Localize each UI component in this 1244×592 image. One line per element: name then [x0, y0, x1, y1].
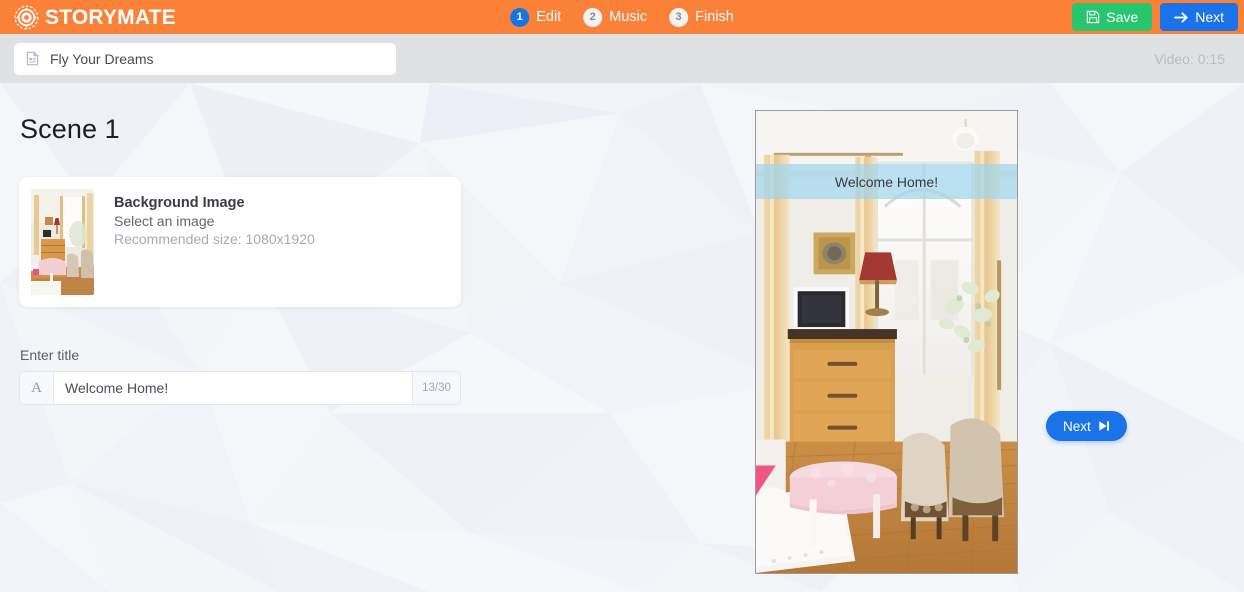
preview-overlay-text: Welcome Home! — [834, 173, 939, 190]
preview-next-label: Next — [1063, 418, 1091, 434]
header-next-button[interactable]: Next — [1160, 3, 1238, 31]
save-button[interactable]: Save — [1072, 3, 1153, 31]
background-card-title: Background Image — [114, 195, 245, 211]
step-music[interactable]: 2 Music — [583, 7, 648, 27]
arrow-right-icon — [1174, 11, 1188, 23]
title-input-group: A 13/30 — [19, 371, 461, 405]
aperture-camera-icon — [14, 5, 39, 29]
background-image-card[interactable]: Background Image Select an image Recomme… — [19, 177, 461, 307]
main-content: Scene 1 Background Image Select an image… — [0, 83, 1244, 592]
living-room-thumbnail-image — [31, 189, 94, 295]
step-finish-number: 3 — [669, 7, 689, 27]
title-input[interactable] — [54, 372, 412, 404]
step-edit-number: 1 — [510, 7, 530, 27]
brand-name: STORYMATE — [45, 5, 176, 29]
step-edit-label: Edit — [536, 9, 562, 25]
step-finish[interactable]: 3 Finish — [669, 7, 734, 27]
project-name-text: Fly Your Dreams — [50, 50, 154, 67]
floppy-disk-icon — [1087, 10, 1100, 24]
step-edit[interactable]: 1 Edit — [510, 7, 562, 27]
app-root: STORYMATE 1 Edit 2 Music 3 Finish Save N… — [0, 0, 1244, 592]
preview-text-overlay: Welcome Home! — [756, 164, 1017, 199]
brand-logo[interactable]: STORYMATE — [14, 0, 176, 34]
background-card-hint: Recommended size: 1080x1920 — [114, 231, 315, 247]
title-field-label: Enter title — [20, 347, 80, 363]
video-duration-label: Video: 0:15 — [1154, 50, 1225, 67]
header-next-label: Next — [1195, 9, 1224, 25]
page-title: Scene 1 — [20, 114, 120, 144]
project-bar: Fly Your Dreams Video: 0:15 — [0, 34, 1244, 83]
text-format-icon[interactable]: A — [20, 372, 54, 404]
app-header: STORYMATE 1 Edit 2 Music 3 Finish Save N… — [0, 0, 1244, 34]
project-name-field[interactable]: Fly Your Dreams — [14, 42, 396, 75]
background-card-text: Background Image Select an image Recomme… — [114, 189, 315, 247]
step-finish-label: Finish — [695, 9, 734, 25]
step-music-label: Music — [609, 9, 648, 25]
header-actions: Save Next — [1072, 0, 1244, 34]
save-button-label: Save — [1106, 9, 1139, 25]
wizard-steps: 1 Edit 2 Music 3 Finish — [510, 0, 734, 34]
step-music-number: 2 — [583, 7, 603, 27]
skip-forward-icon — [1099, 421, 1109, 431]
background-thumbnail — [31, 189, 94, 295]
background-card-subtitle: Select an image — [114, 213, 215, 229]
preview-next-button[interactable]: Next — [1046, 411, 1127, 441]
character-counter: 13/30 — [412, 372, 460, 404]
document-icon — [26, 51, 39, 66]
story-preview[interactable]: Welcome Home! — [755, 110, 1018, 574]
